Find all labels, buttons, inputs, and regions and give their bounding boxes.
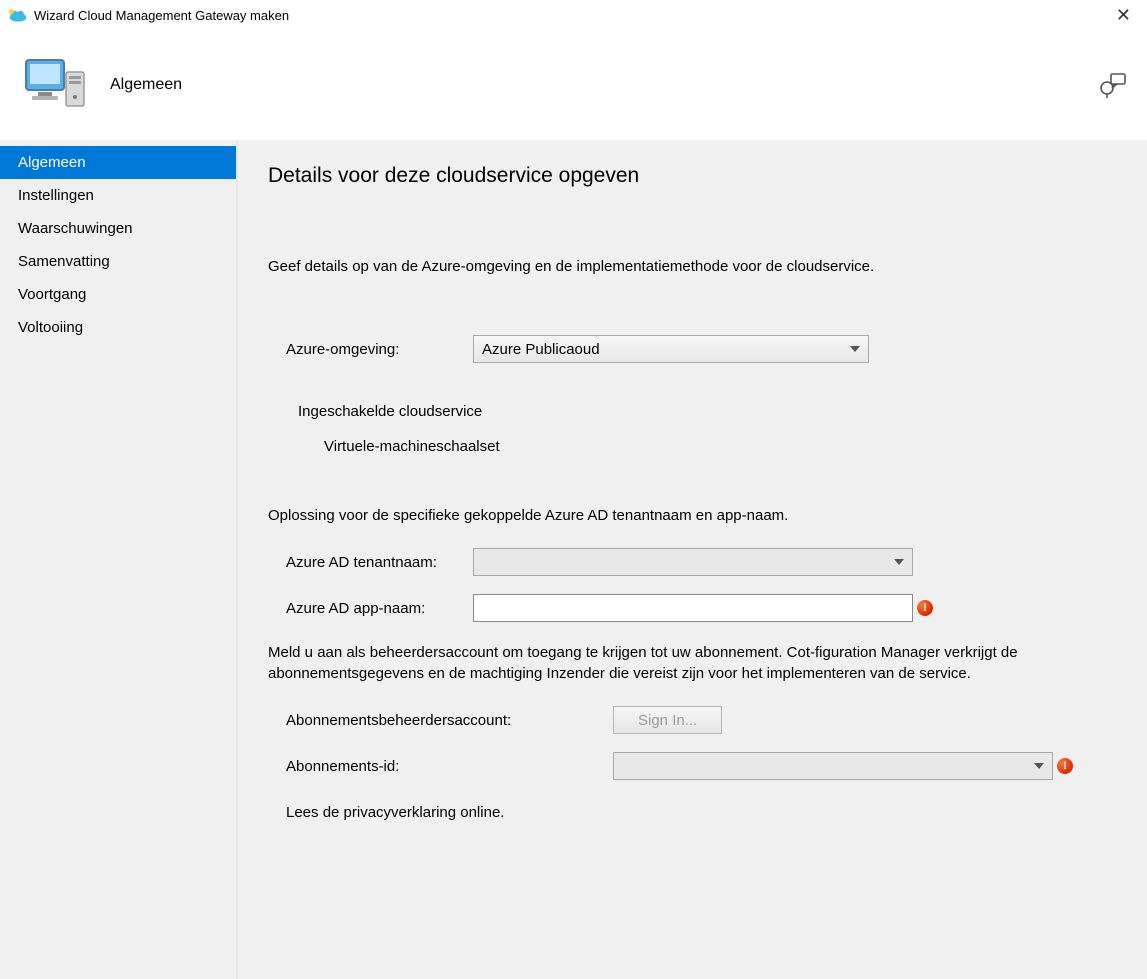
row-tenant: Azure AD tenantnaam: (268, 548, 1117, 576)
content-pane: Details voor deze cloudservice opgeven G… (238, 140, 1147, 979)
label-admin-account: Abonnementsbeheerdersaccount: (268, 712, 613, 729)
feedback-icon[interactable] (1097, 72, 1127, 98)
sidebar-item-label: Waarschuwingen (18, 220, 133, 237)
input-app-name[interactable] (473, 594, 913, 622)
sidebar-item-voortgang[interactable]: Voortgang (0, 278, 236, 311)
sidebar: Algemeen Instellingen Waarschuwingen Sam… (0, 140, 238, 979)
page-title: Details voor deze cloudservice opgeven (268, 164, 1117, 188)
label-enabled-cloudservice: Ingeschakelde cloudservice (268, 403, 1117, 420)
combo-tenant[interactable] (473, 548, 913, 576)
sign-in-button[interactable]: Sign In... (613, 706, 722, 734)
sidebar-item-instellingen[interactable]: Instellingen (0, 179, 236, 212)
sidebar-item-voltooiing[interactable]: Voltooiing (0, 311, 236, 344)
label-tenant: Azure AD tenantnaam: (268, 554, 473, 571)
sidebar-item-samenvatting[interactable]: Samenvatting (0, 245, 236, 278)
combo-subscription-id[interactable] (613, 752, 1053, 780)
sidebar-item-label: Samenvatting (18, 253, 110, 270)
body-area: Algemeen Instellingen Waarschuwingen Sam… (0, 140, 1147, 979)
description-2: Oplossing voor de specifieke gekoppelde … (268, 505, 1117, 526)
combo-value: Azure Publicaoud (482, 341, 600, 358)
computer-icon (20, 50, 90, 120)
sidebar-item-label: Voortgang (18, 286, 86, 303)
description-1: Geef details op van de Azure-omgeving en… (268, 258, 1117, 275)
description-3: Meld u aan als beheerdersaccount om toeg… (268, 642, 1117, 684)
combo-azure-env[interactable]: Azure Publicaoud (473, 335, 869, 363)
label-subscription-id: Abonnements-id: (268, 758, 613, 775)
row-admin-account: Abonnementsbeheerdersaccount: Sign In... (268, 706, 1117, 734)
sidebar-item-label: Voltooiing (18, 319, 83, 336)
chevron-down-icon (894, 559, 904, 565)
row-subscription-id: Abonnements-id: ! (268, 752, 1117, 780)
header-band: Algemeen (0, 30, 1147, 140)
error-icon: ! (1057, 758, 1073, 774)
sidebar-item-label: Instellingen (18, 187, 94, 204)
label-azure-env: Azure-omgeving: (268, 341, 473, 358)
sidebar-item-label: Algemeen (18, 154, 86, 171)
cloud-icon (8, 7, 28, 23)
chevron-down-icon (1034, 763, 1044, 769)
close-button[interactable]: ✕ (1108, 5, 1139, 26)
row-app-name: Azure AD app-naam: ! (268, 594, 1117, 622)
privacy-link[interactable]: Lees de privacyverklaring online. (268, 804, 1117, 821)
titlebar: Wizard Cloud Management Gateway maken ✕ (0, 0, 1147, 30)
chevron-down-icon (850, 346, 860, 352)
error-icon: ! (917, 600, 933, 616)
label-vmss: Virtuele-machineschaalset (268, 438, 1117, 455)
sidebar-item-waarschuwingen[interactable]: Waarschuwingen (0, 212, 236, 245)
window-title: Wizard Cloud Management Gateway maken (34, 8, 1108, 23)
label-app-name: Azure AD app-naam: (268, 600, 473, 617)
header-title: Algemeen (110, 76, 182, 94)
sidebar-item-algemeen[interactable]: Algemeen (0, 146, 236, 179)
row-azure-env: Azure-omgeving: Azure Publicaoud (268, 335, 1117, 363)
